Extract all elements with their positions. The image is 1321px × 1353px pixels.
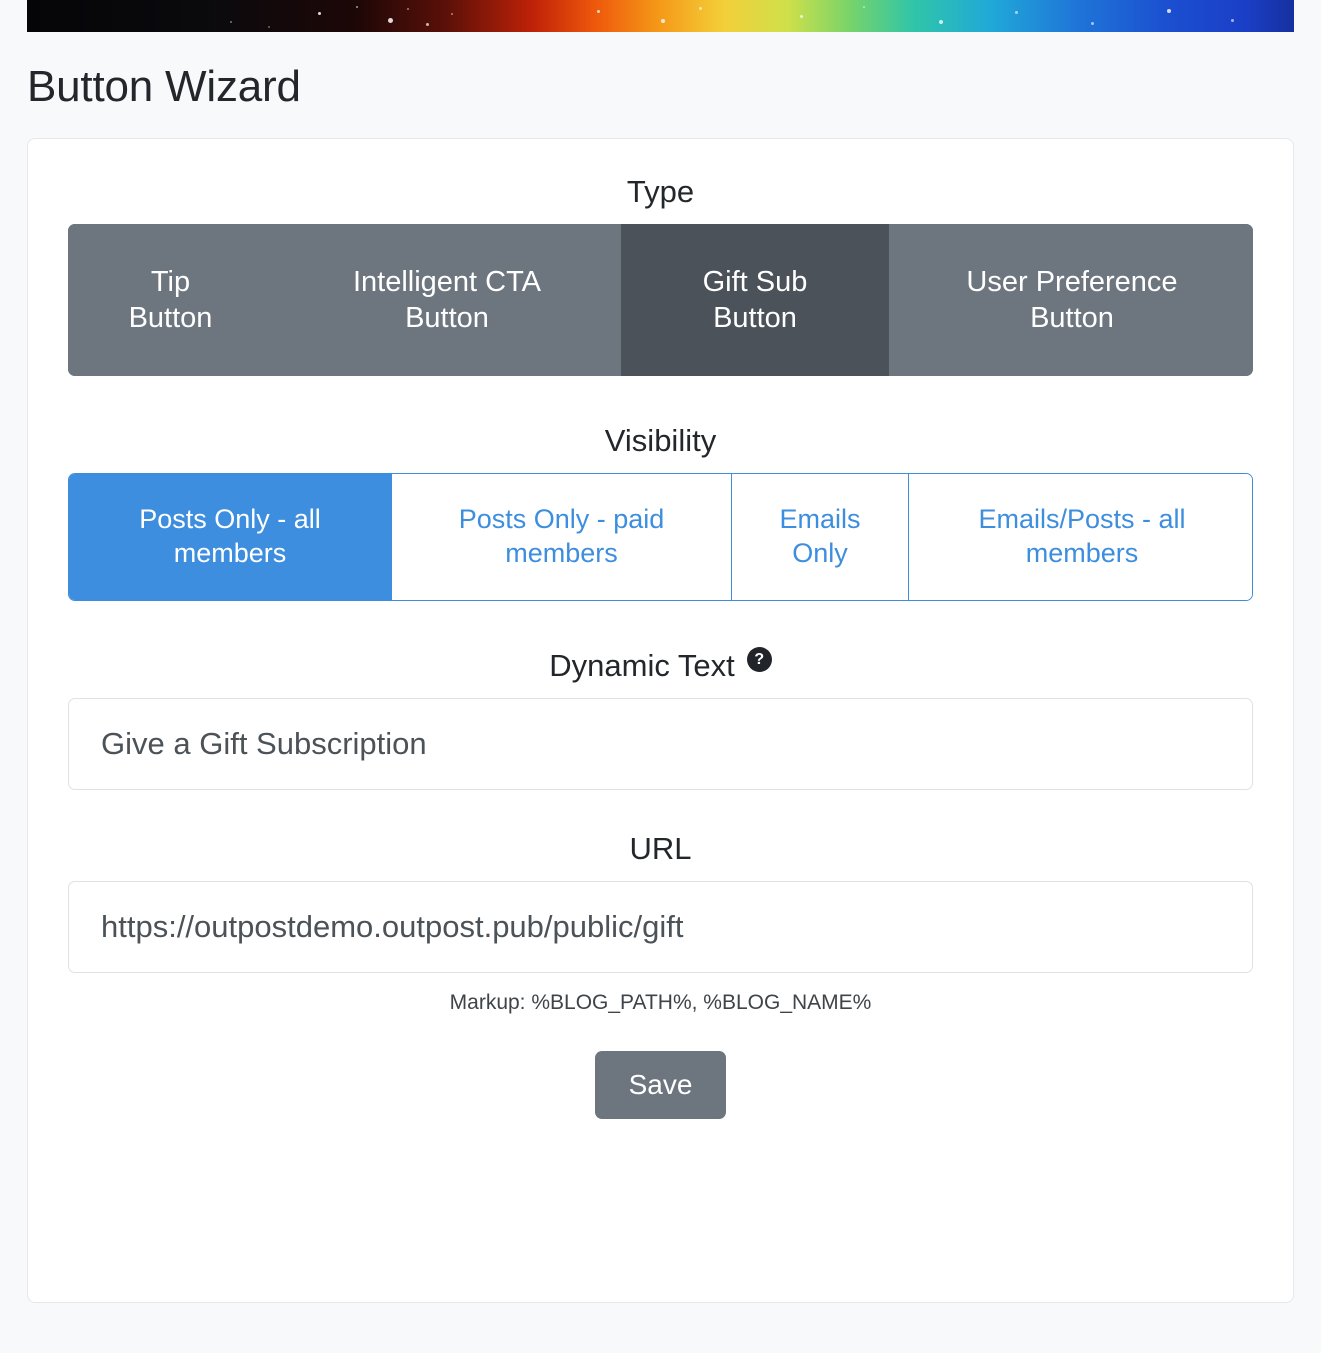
url-section-label: URL bbox=[629, 831, 692, 867]
decorative-banner bbox=[27, 0, 1294, 32]
type-option-tip-button-line1: Tip bbox=[150, 265, 191, 298]
visibility-option-posts-only-all-members[interactable]: Posts Only - all members bbox=[69, 473, 391, 600]
button-wizard-card: Type Tip Button Intelligent CTA Button G… bbox=[27, 137, 1294, 1303]
type-option-tip-button-line2: Button bbox=[128, 301, 213, 334]
visibility-option-posts-only-paid-members-line1: Posts Only - paid bbox=[458, 504, 665, 535]
save-button-row: Save bbox=[68, 1051, 1253, 1120]
visibility-option-posts-only-paid-members[interactable]: Posts Only - paid members bbox=[391, 473, 731, 600]
dynamic-text-section-label: Dynamic Text bbox=[549, 647, 735, 683]
dynamic-text-section-label-row: Dynamic Text ? bbox=[68, 647, 1253, 684]
url-markup-hint: Markup: %BLOG_PATH%, %BLOG_NAME% bbox=[449, 991, 872, 1015]
visibility-option-posts-only-paid-members-line2: members bbox=[505, 537, 618, 568]
type-option-gift-sub-button-line1: Gift Sub bbox=[702, 265, 808, 298]
type-section-label: Type bbox=[626, 173, 695, 209]
visibility-section-label: Visibility bbox=[604, 422, 717, 458]
starfield-overlay bbox=[27, 0, 1294, 32]
visibility-option-posts-only-all-members-line2: members bbox=[173, 537, 287, 568]
type-option-gift-sub-button[interactable]: Gift Sub Button bbox=[621, 223, 889, 376]
visibility-option-emails-posts-all-members[interactable]: Emails/Posts - all members bbox=[908, 473, 1252, 600]
type-option-intelligent-cta-button-line1: Intelligent CTA bbox=[352, 265, 542, 298]
type-segmented-control: Tip Button Intelligent CTA Button Gift S… bbox=[68, 223, 1253, 376]
type-option-user-preference-button-line2: Button bbox=[1030, 301, 1114, 334]
url-input[interactable] bbox=[68, 881, 1253, 974]
type-option-intelligent-cta-button-line2: Button bbox=[405, 301, 489, 334]
visibility-option-emails-only-line2: Only bbox=[792, 537, 848, 568]
type-option-gift-sub-button-line2: Button bbox=[713, 301, 797, 334]
visibility-option-emails-posts-all-members-line1: Emails/Posts - all bbox=[978, 504, 1186, 535]
type-option-user-preference-button[interactable]: User Preference Button bbox=[889, 223, 1253, 376]
save-button[interactable]: Save bbox=[594, 1051, 727, 1120]
visibility-segmented-control: Posts Only - all members Posts Only - pa… bbox=[68, 472, 1253, 601]
page-title: Button Wizard bbox=[27, 62, 301, 111]
visibility-option-emails-only[interactable]: Emails Only bbox=[731, 473, 908, 600]
visibility-option-posts-only-all-members-line1: Posts Only - all bbox=[139, 504, 321, 535]
type-option-intelligent-cta-button[interactable]: Intelligent CTA Button bbox=[273, 223, 621, 376]
type-option-tip-button[interactable]: Tip Button bbox=[68, 223, 273, 376]
type-option-user-preference-button-line1: User Preference bbox=[966, 265, 1178, 298]
visibility-option-emails-posts-all-members-line2: members bbox=[1025, 537, 1139, 568]
question-mark-circle-icon[interactable]: ? bbox=[746, 647, 772, 673]
visibility-option-emails-only-line1: Emails bbox=[779, 504, 861, 535]
dynamic-text-input[interactable] bbox=[68, 698, 1253, 791]
